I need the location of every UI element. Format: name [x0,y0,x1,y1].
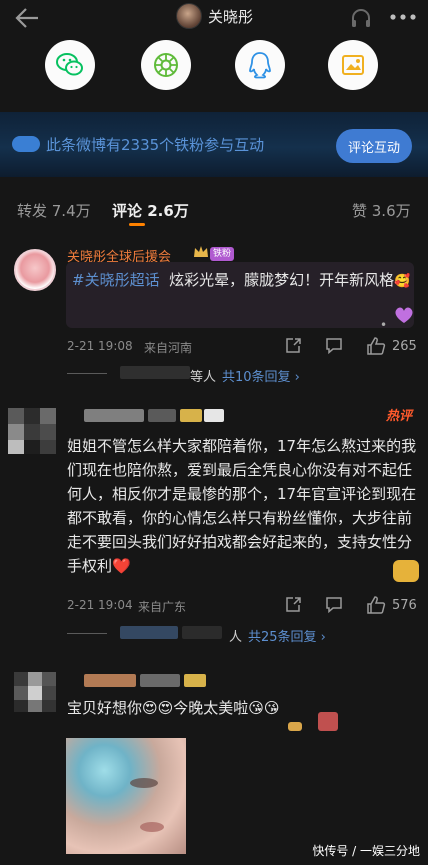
comment-text: 姐姐不管怎么样大家都陪着你，17年怎么熬过来的我们现在也陪你熬，爱到最后全凭良心… [67,437,417,575]
share-icon[interactable] [284,337,302,355]
tab-comment[interactable]: 评论 2.6万 [112,200,189,221]
blurred-username [148,409,176,422]
qq-icon [249,52,271,79]
qzone-icon [342,55,364,75]
avatar[interactable] [8,408,56,454]
share-qq-button[interactable] [235,40,285,90]
comment-text: #关晓彤超话 炫彩光晕，朦胧梦幻！开年新风格🥰 [72,268,412,294]
wechat-icon [56,53,83,76]
blurred-badge [180,409,202,422]
moments-icon [154,53,178,77]
comment-time: 2-21 19:08 [67,339,133,353]
comment-location: 来自河南 [144,341,193,355]
like-icon[interactable] [366,336,386,356]
blurred-badge [204,409,224,422]
gift-sticker-icon [318,712,338,731]
share-icon[interactable] [284,596,302,614]
comment-body: 炫彩光晕，朦胧梦幻！开年新风格 [169,271,395,289]
banner-text: 此条微博有2335个铁粉参与互动 [46,136,265,154]
blurred-username [84,674,136,687]
divider [67,373,107,374]
like-icon[interactable] [366,595,386,615]
like-count: 265 [392,339,417,354]
share-qzone-button[interactable] [328,40,378,90]
back-arrow-icon[interactable] [14,6,40,30]
sticker-icon [393,560,419,582]
avatar[interactable] [176,3,202,29]
watermark: 快传号 / 一娱三分地 [312,844,420,858]
fan-toggle-icon [12,136,40,152]
divider [67,633,107,634]
reply-users: 等人 [190,370,217,385]
crown-icon [194,246,208,257]
heart-sticker-icon [395,307,413,323]
view-replies-link[interactable]: 共25条回复 › [248,626,326,645]
stats-tabs: 转发 7.4万 评论 2.6万 赞 3.6万 [0,196,428,226]
reply-users: 人 [229,630,243,645]
comment-icon[interactable] [325,596,343,614]
blurred-username [84,409,144,422]
blurred-name [182,626,222,639]
comment-time: 2-21 19:04 [67,598,133,612]
tab-like[interactable]: 赞 3.6万 [352,200,411,221]
comment-interact-button[interactable]: 评论互动 [336,129,412,163]
share-row [0,40,428,90]
top-bar: 关晓彤 [0,0,428,36]
share-wechat-button[interactable] [45,40,95,90]
view-replies-link[interactable]: 共10条回复 › [222,366,300,385]
comment-location: 来自广东 [138,600,187,614]
headphone-icon[interactable] [350,7,372,29]
page-title: 关晓彤 [208,7,254,26]
comment-text: 宝贝好想你😍😍今晚太美啦😘😘 [67,699,280,717]
blurred-name [120,366,190,379]
fan-interaction-banner: 此条微博有2335个铁粉参与互动 评论互动 [0,112,428,177]
topic-link[interactable]: #关晓彤超话 [72,271,160,289]
active-tab-indicator [129,223,145,226]
emoji-icon: 🥰 [394,274,411,289]
title-group[interactable]: 关晓彤 [176,3,253,29]
blurred-username [140,674,180,687]
avatar[interactable] [14,672,56,712]
more-dots-icon[interactable] [390,14,416,20]
sticker-icon [288,722,302,731]
blurred-name [120,626,178,639]
comment-icon[interactable] [325,337,343,355]
fan-badge: 铁粉 [210,247,235,261]
hot-comment-badge: 热评 [386,409,413,424]
comment-image[interactable] [66,738,186,854]
like-count: 576 [392,598,417,613]
blurred-badge [184,674,206,687]
avatar[interactable] [14,249,56,291]
share-moments-button[interactable] [141,40,191,90]
dot-icon: • [380,318,388,332]
tab-repost[interactable]: 转发 7.4万 [17,200,91,221]
